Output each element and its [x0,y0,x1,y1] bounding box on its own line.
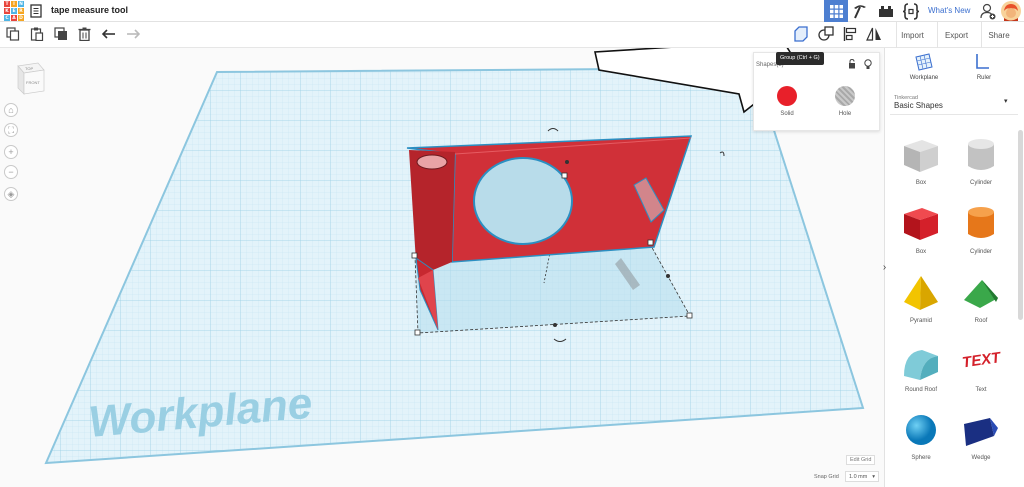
logo-letter: C [4,15,10,21]
group-tooltip: Group (Ctrl + G) [776,52,824,65]
home-view-icon[interactable]: ⌂ [4,103,18,117]
codeblocks-icon[interactable] [902,3,920,20]
shape-label-wedge: Wedge [971,455,991,461]
3d-view-button[interactable] [824,0,848,22]
top-bar: TIN KER CAD tape measure tool What's New [0,0,1024,22]
snap-grid-select[interactable]: 1.0 mm ▾ [845,471,879,482]
solid-label: Solid [780,111,794,117]
pickaxe-icon[interactable] [852,3,868,19]
fit-view-icon[interactable]: ⛶ [4,123,18,137]
shape-label-roof: Roof [974,318,988,324]
sphere-icon[interactable] [903,412,939,448]
chevron-down-icon: ▾ [872,474,875,480]
paste-icon[interactable] [30,27,44,41]
logo-letter: D [18,15,24,21]
shape-label-text: Text [975,387,987,393]
workplane-tool-icon[interactable] [915,53,933,71]
copy-icon[interactable] [6,27,20,41]
add-user-icon[interactable] [980,3,996,20]
lego-brick-icon[interactable] [878,3,894,19]
workplane-tool-label[interactable]: Workplane [894,75,954,81]
shape-label-pyramid: Pyramid [909,318,932,324]
shape-label-cylinder: Cylinder [969,180,992,186]
logo-letter: T [4,1,10,7]
zoom-in-icon[interactable]: + [4,145,18,159]
share-button[interactable]: Share [981,22,1016,48]
shape-label-box: Box [915,180,927,186]
view-cube-top-label: TOP [25,66,33,71]
delete-icon[interactable] [78,27,91,41]
wedge-icon[interactable] [960,414,1000,450]
light-bulb-icon[interactable] [864,59,872,70]
edit-toolbar [0,22,1024,48]
chevron-down-icon[interactable]: ▾ [1004,97,1008,105]
round-roof-icon[interactable] [900,342,942,384]
shape-label-round-roof: Round Roof [904,387,938,393]
shape-label-box-red: Box [915,249,927,255]
grid-icon [829,4,843,18]
logo-letter: I [11,1,17,7]
logo-letter: R [18,8,24,14]
shape-label-cylinder-orange: Cylinder [969,249,992,255]
logo-letter: K [4,8,10,14]
view-cube[interactable]: TOP FRONT [16,58,46,96]
edit-grid-button[interactable]: Edit Grid [846,455,876,465]
duplicate-icon[interactable] [54,27,68,41]
logo-letter: A [11,15,17,21]
panel-divider [890,114,1018,115]
logo-letter: N [18,1,24,7]
group-icon[interactable] [793,26,809,42]
pyramid-icon[interactable] [900,272,942,314]
export-button[interactable]: Export [937,22,975,48]
tinkercad-logo[interactable]: TIN KER CAD [4,1,24,21]
panel-scrollbar[interactable] [1018,130,1023,320]
solid-color-swatch[interactable] [777,86,797,106]
roof-icon[interactable] [960,272,1002,314]
ruler-label[interactable]: Ruler [954,75,1014,81]
import-button[interactable]: Import [896,22,928,48]
svg-text:TEXT: TEXT [961,349,1002,371]
collapse-panel-icon[interactable]: › [880,257,889,277]
cylinder-gray-icon[interactable] [960,134,1002,176]
mirror-icon[interactable] [866,26,882,42]
design-title[interactable]: tape measure tool [51,5,128,15]
ungroup-icon[interactable] [818,26,834,42]
ortho-view-icon[interactable]: ◈ [4,187,18,201]
library-select[interactable]: Basic Shapes [894,101,943,110]
snap-grid-value: 1.0 mm [849,474,868,480]
logo-letter: E [11,8,17,14]
zoom-out-icon[interactable]: − [4,165,18,179]
ruler-icon[interactable] [975,53,991,71]
whats-new-link[interactable]: What's New [928,6,970,15]
cylinder-orange-icon[interactable] [960,202,1002,244]
text-shape-icon[interactable]: TEXT [960,345,1002,375]
3d-canvas[interactable]: Workplane [0,48,884,487]
view-cube-front-label: FRONT [26,80,40,85]
snap-grid-label: Snap Grid [814,474,839,480]
avatar[interactable] [1001,1,1021,21]
lock-icon[interactable] [848,59,856,69]
document-icon[interactable] [30,4,42,18]
hole-label: Hole [838,111,852,117]
redo-icon[interactable] [126,29,140,40]
box-gray-icon[interactable] [900,134,942,176]
undo-icon[interactable] [102,29,116,40]
shape-label-sphere: Sphere [911,455,931,461]
hole-swatch[interactable] [835,86,855,106]
workplane-scene[interactable]: Workplane [0,48,884,487]
align-icon[interactable] [843,26,857,42]
box-red-icon[interactable] [900,202,942,244]
